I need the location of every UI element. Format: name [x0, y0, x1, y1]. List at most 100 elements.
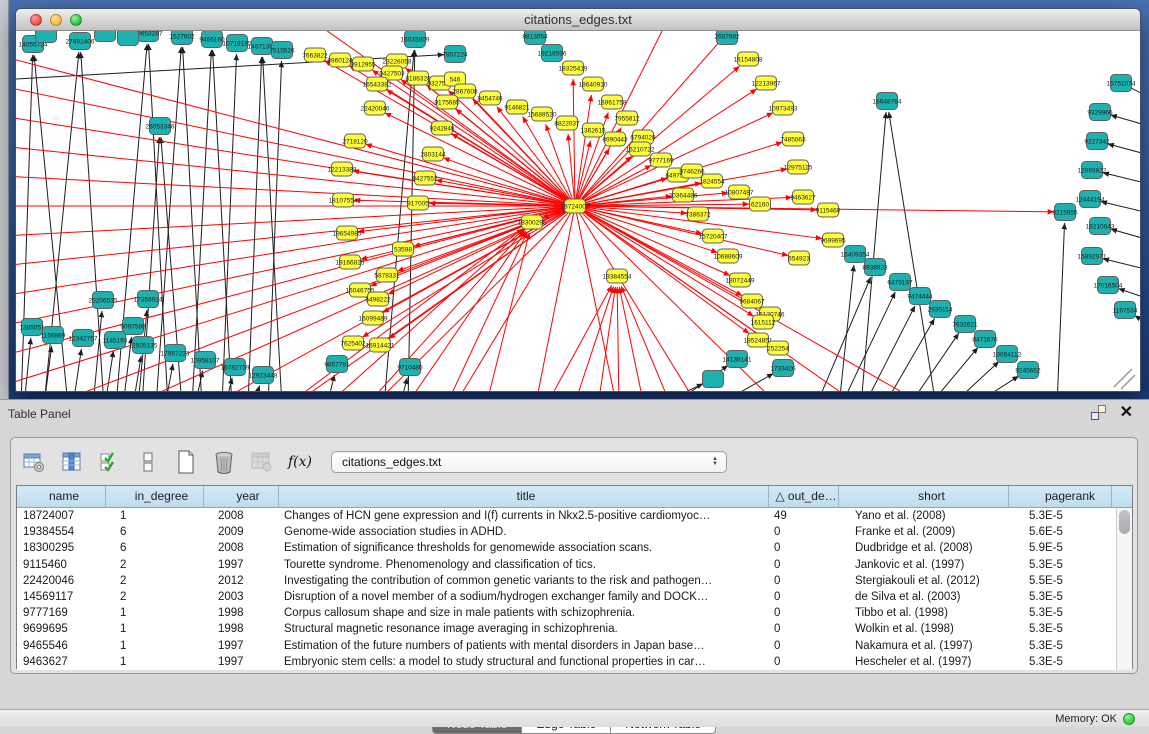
- graph-node-label: 62160: [751, 201, 769, 208]
- graph-node-label: 9746266: [679, 168, 705, 175]
- cell-short: Stergiakouli et al. (2012): [839, 573, 1009, 589]
- column-header-out_degree[interactable]: △ out_de…: [769, 486, 839, 507]
- graph-node-label: 2803144: [420, 151, 446, 158]
- graph-edge: [400, 378, 407, 391]
- table-columns-icon[interactable]: [59, 449, 85, 475]
- column-header-title[interactable]: title: [279, 486, 769, 507]
- column-header-year[interactable]: year: [204, 486, 279, 507]
- resize-grip-icon[interactable]: [1114, 369, 1135, 389]
- graph-node-label: 12093822: [1078, 167, 1107, 174]
- cell-pagerank: 5.3E-5: [1009, 589, 1112, 605]
- graph-node-label: 9466160: [199, 36, 225, 43]
- graph-node[interactable]: [36, 31, 57, 43]
- graph-node-label: 16543382: [363, 81, 392, 88]
- table-selector-dropdown[interactable]: citations_edges.txt ▲▼: [331, 451, 727, 473]
- close-window-icon[interactable]: [30, 14, 42, 26]
- cell-year: 1998: [204, 621, 279, 637]
- table-selector-value: citations_edges.txt: [332, 455, 708, 469]
- checklist-icon[interactable]: [97, 449, 123, 475]
- scrollbar-thumb[interactable]: [1119, 510, 1130, 534]
- graph-node-label: 15751074: [1107, 80, 1136, 87]
- cell-in_degree: 1: [106, 638, 204, 654]
- cell-short: Tibbo et al. (1998): [839, 605, 1009, 621]
- graph-node-label: 14136141: [723, 356, 752, 363]
- table-gear-icon[interactable]: [21, 449, 47, 475]
- graph-node-label: 18300295: [518, 219, 547, 226]
- graph-node-label: 16648784: [873, 98, 902, 105]
- graph-edge: [716, 373, 773, 391]
- column-header-short[interactable]: short: [839, 486, 1009, 507]
- cell-name: 9115460: [17, 557, 106, 573]
- table-row[interactable]: 1830029562008Estimation of significance …: [17, 540, 1132, 556]
- float-window-icon[interactable]: [1091, 405, 1106, 420]
- graph-node-label: 9710485: [397, 364, 423, 371]
- table-row[interactable]: 977716911998Corpus callosum shape and si…: [17, 605, 1132, 621]
- graph-node-label: 1156869: [41, 332, 66, 339]
- graph-node-label: 8990443: [602, 136, 628, 143]
- network-canvas[interactable]: 1872400789601248912955232260589427503165…: [16, 31, 1140, 391]
- graph-edge: [889, 112, 936, 391]
- graph-node[interactable]: [95, 31, 116, 42]
- graph-node-label: 9146821: [504, 104, 530, 111]
- stepper-arrows-icon: ▲▼: [708, 457, 726, 467]
- graph-node-label: 1615112: [751, 319, 776, 326]
- close-panel-icon[interactable]: ✕: [1120, 406, 1133, 420]
- graph-edge: [1111, 229, 1140, 240]
- graph-node-label: 9097588: [120, 323, 146, 330]
- graph-node-label: 19218596: [538, 50, 567, 57]
- graph-node-label: 12444194: [1076, 196, 1105, 203]
- traffic-lights: [30, 14, 82, 26]
- minimize-window-icon[interactable]: [50, 14, 62, 26]
- table-row[interactable]: 969969511998Structural magnetic resonanc…: [17, 621, 1132, 637]
- graph-edge: [16, 146, 575, 206]
- rows-icon[interactable]: [135, 449, 161, 475]
- table-row[interactable]: 911546021997Tourette syndrome. Phenomeno…: [17, 557, 1132, 573]
- cell-out_degree: 0: [769, 638, 839, 654]
- network-graph[interactable]: 1872400789601248912955232260589427503165…: [16, 31, 1140, 391]
- table-row[interactable]: 946362711997Embryonic stem cells: a mode…: [17, 654, 1132, 670]
- graph-node-label: 8454749: [477, 95, 503, 102]
- graph-edge: [1108, 144, 1140, 155]
- cell-name: 9463627: [17, 654, 106, 670]
- cell-short: Wolkin et al. (1998): [839, 621, 1009, 637]
- graph-node-label: 15892971: [1078, 253, 1107, 260]
- table-row[interactable]: 2242004622012Investigating the contribut…: [17, 573, 1132, 589]
- cell-out_degree: 0: [769, 605, 839, 621]
- graph-node-label: 1733426: [770, 365, 796, 372]
- table-header-row: namein_degreeyeartitle△ out_de…shortpage…: [17, 486, 1132, 508]
- graph-edge: [929, 347, 978, 391]
- new-document-icon[interactable]: [173, 449, 199, 475]
- graph-node-label: 15688520: [528, 111, 557, 118]
- cell-title: Tourette syndrome. Phenomenology and cla…: [279, 557, 769, 573]
- graph-node[interactable]: [118, 31, 139, 46]
- cell-pagerank: 5.6E-5: [1009, 524, 1112, 540]
- column-header-pagerank[interactable]: pagerank: [1009, 486, 1112, 507]
- cell-name: 9465546: [17, 638, 106, 654]
- graph-node-label: 8471676: [972, 336, 998, 343]
- cell-year: 2003: [204, 589, 279, 605]
- graph-node[interactable]: [703, 371, 724, 388]
- column-header-name[interactable]: name: [17, 486, 106, 507]
- graph-edge: [388, 206, 575, 294]
- table-row[interactable]: 1456911722003Disruption of a novel membe…: [17, 589, 1132, 605]
- graph-node-label: 18325419: [559, 65, 588, 72]
- graph-node-label: 10688609: [714, 253, 743, 260]
- import-table-icon[interactable]: [249, 449, 275, 475]
- cell-pagerank: 5.3E-5: [1009, 508, 1112, 524]
- graph-node-label: 5498222: [365, 296, 391, 303]
- function-icon[interactable]: f(x): [287, 449, 313, 475]
- cell-title: Estimation of the future numbers of pati…: [279, 638, 769, 654]
- column-header-in_degree[interactable]: in_degree: [106, 486, 204, 507]
- cell-title: Changes of HCN gene expression and I(f) …: [279, 508, 769, 524]
- vertical-scrollbar[interactable]: [1116, 508, 1132, 670]
- window-titlebar[interactable]: citations_edges.txt: [16, 9, 1140, 31]
- table-row[interactable]: 946554611997Estimation of the future num…: [17, 638, 1132, 654]
- cell-name: 14569117: [17, 589, 106, 605]
- cell-title: Investigating the contribution of common…: [279, 573, 769, 589]
- zoom-window-icon[interactable]: [70, 14, 82, 26]
- graph-edge: [263, 57, 282, 391]
- trash-icon[interactable]: [211, 449, 237, 475]
- table-row[interactable]: 1872400712008Changes of HCN gene express…: [17, 508, 1132, 524]
- table-container: f(x) citations_edges.txt ▲▼ namein_degre…: [10, 437, 1138, 674]
- table-row[interactable]: 1938455462009Genome-wide association stu…: [17, 524, 1132, 540]
